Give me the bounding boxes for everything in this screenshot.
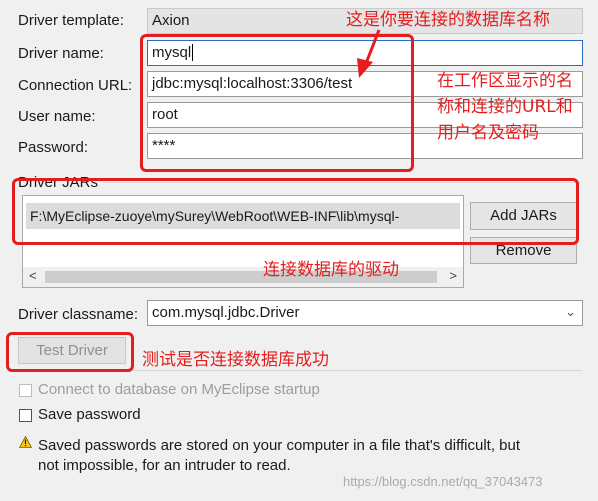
- watermark: https://blog.csdn.net/qq_37043473: [343, 474, 543, 489]
- annotation-test: 测试是否连接数据库成功: [142, 350, 329, 370]
- annotation-workspace-3: 用户名及密码: [437, 123, 539, 143]
- annotation-driver: 连接数据库的驱动: [263, 260, 399, 280]
- annotation-db-name: 这是你要连接的数据库名称: [346, 10, 550, 30]
- annotation-workspace-2: 称和连接的URL和: [437, 97, 573, 117]
- annotation-workspace-1: 在工作区显示的名: [437, 71, 573, 91]
